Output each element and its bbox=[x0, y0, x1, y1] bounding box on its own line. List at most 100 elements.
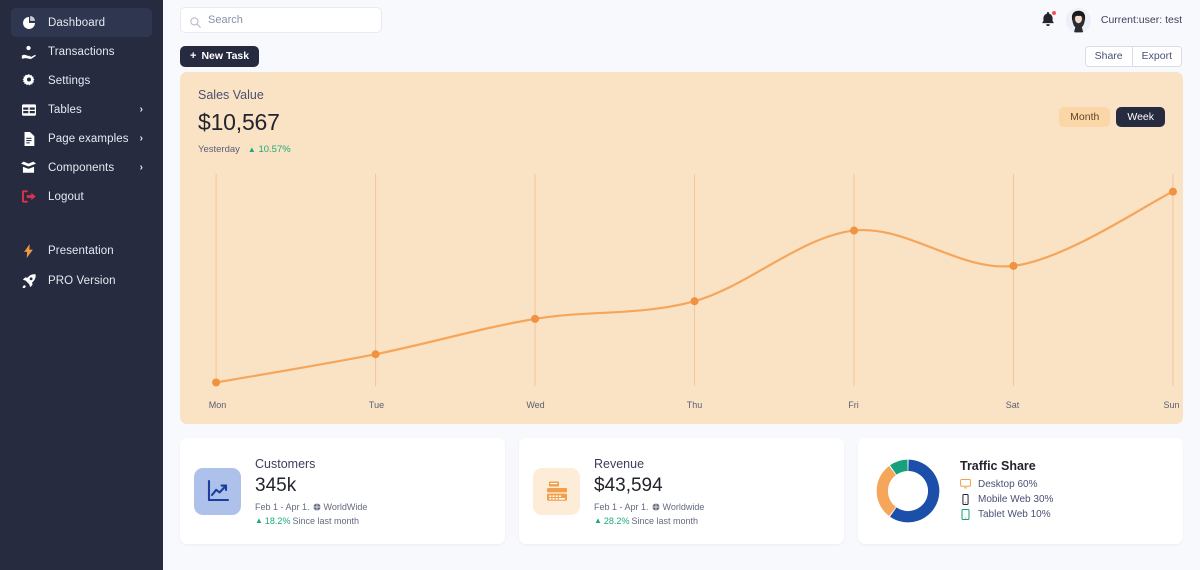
sidebar-item-label: Page examples bbox=[48, 133, 129, 145]
chart-line-icon bbox=[194, 468, 241, 515]
plus-icon: + bbox=[190, 51, 196, 62]
sidebar-item-dashboard[interactable]: Dashboard bbox=[11, 8, 152, 37]
revenue-card-body: Revenue $43,594 Feb 1 - Apr 1. Worldwide… bbox=[594, 457, 704, 526]
caret-up-icon: ▲ bbox=[248, 145, 256, 154]
main-content: Current:user: test + New Task Share Expo… bbox=[163, 0, 1200, 570]
share-export-group: Share Export bbox=[1085, 46, 1182, 67]
legend-item-tablet: Tablet Web 10% bbox=[960, 509, 1053, 520]
chevron-right-icon: › bbox=[140, 105, 143, 115]
new-task-label: New Task bbox=[201, 50, 249, 62]
sales-card-header: Sales Value $10,567 Yesterday ▲ 10.57% M… bbox=[180, 72, 1183, 160]
traffic-share-card[interactable]: Traffic Share Desktop 60% Mobile Web 30% bbox=[858, 438, 1183, 544]
revenue-delta-value: 28.2% bbox=[604, 516, 630, 526]
export-button[interactable]: Export bbox=[1132, 47, 1181, 66]
revenue-card[interactable]: Revenue $43,594 Feb 1 - Apr 1. Worldwide… bbox=[519, 438, 844, 544]
legend-label: Mobile Web 30% bbox=[978, 494, 1053, 505]
donut-segment-desktop bbox=[893, 465, 933, 516]
globe-icon bbox=[313, 503, 321, 511]
sidebar-item-label: PRO Version bbox=[48, 275, 116, 287]
caret-up-icon: ▲ bbox=[255, 517, 263, 525]
sales-line-chart: MonTueWedThuFriSatSun bbox=[180, 160, 1183, 424]
table-icon bbox=[20, 103, 37, 117]
revenue-title: Revenue bbox=[594, 457, 704, 471]
bell-icon[interactable] bbox=[1040, 11, 1056, 30]
legend-label: Desktop 60% bbox=[978, 479, 1037, 490]
pie-chart-icon bbox=[20, 16, 37, 30]
stats-row: Customers 345k Feb 1 - Apr 1. WorldWide … bbox=[163, 424, 1200, 544]
tablet-icon bbox=[960, 509, 971, 520]
revenue-delta: ▲ 28.2% Since last month bbox=[594, 516, 704, 526]
sidebar-item-label: Logout bbox=[48, 191, 84, 203]
box-open-icon bbox=[20, 161, 37, 175]
sidebar-item-presentation[interactable]: Presentation bbox=[11, 236, 152, 266]
customers-delta: ▲ 18.2% Since last month bbox=[255, 516, 367, 526]
search-input[interactable] bbox=[208, 14, 358, 26]
share-button[interactable]: Share bbox=[1086, 47, 1132, 66]
legend-label: Tablet Web 10% bbox=[978, 509, 1051, 520]
sales-value-card: Sales Value $10,567 Yesterday ▲ 10.57% M… bbox=[180, 72, 1183, 424]
sidebar-item-label: Tables bbox=[48, 104, 82, 116]
action-toolbar: + New Task Share Export bbox=[163, 40, 1200, 72]
sidebar-item-pro-version[interactable]: PRO Version bbox=[11, 266, 152, 296]
gear-icon bbox=[20, 74, 37, 88]
period-month-button[interactable]: Month bbox=[1059, 107, 1110, 127]
customers-card[interactable]: Customers 345k Feb 1 - Apr 1. WorldWide … bbox=[180, 438, 505, 544]
app-root: Dashboard Transactions Settings Tables › bbox=[0, 0, 1200, 570]
traffic-share-body: Traffic Share Desktop 60% Mobile Web 30% bbox=[960, 459, 1053, 524]
period-week-button[interactable]: Week bbox=[1116, 107, 1165, 127]
file-icon bbox=[20, 132, 37, 146]
traffic-share-title: Traffic Share bbox=[960, 459, 1053, 473]
rocket-icon bbox=[20, 274, 37, 288]
sales-period-label: Yesterday bbox=[198, 144, 240, 155]
customers-card-body: Customers 345k Feb 1 - Apr 1. WorldWide … bbox=[255, 457, 367, 526]
globe-icon bbox=[652, 503, 660, 511]
revenue-date-range: Feb 1 - Apr 1. bbox=[594, 502, 649, 512]
sidebar-divider-gap bbox=[0, 211, 163, 236]
customers-scope: WorldWide bbox=[324, 502, 368, 512]
top-bar: Current:user: test bbox=[163, 0, 1200, 40]
sidebar: Dashboard Transactions Settings Tables › bbox=[0, 0, 163, 570]
donut-segment-tablet-web bbox=[893, 465, 907, 470]
avatar[interactable] bbox=[1066, 8, 1091, 33]
sidebar-item-transactions[interactable]: Transactions bbox=[11, 37, 152, 66]
traffic-donut-chart bbox=[872, 455, 944, 527]
revenue-delta-suffix: Since last month bbox=[631, 516, 698, 526]
new-task-button[interactable]: + New Task bbox=[180, 46, 259, 67]
sales-card-title: Sales Value bbox=[198, 88, 1165, 102]
sign-out-icon bbox=[20, 190, 37, 204]
sidebar-item-settings[interactable]: Settings bbox=[11, 66, 152, 95]
caret-up-icon: ▲ bbox=[594, 517, 602, 525]
customers-meta: Feb 1 - Apr 1. WorldWide bbox=[255, 502, 367, 512]
cash-register-icon bbox=[533, 468, 580, 515]
sidebar-item-page-examples[interactable]: Page examples › bbox=[11, 124, 152, 153]
sales-chart-svg bbox=[180, 160, 1183, 424]
sidebar-item-label: Settings bbox=[48, 75, 90, 87]
customers-delta-value: 18.2% bbox=[265, 516, 291, 526]
sidebar-item-logout[interactable]: Logout bbox=[11, 182, 152, 211]
top-bar-right: Current:user: test bbox=[1040, 8, 1190, 33]
sidebar-item-tables[interactable]: Tables › bbox=[11, 95, 152, 124]
donut-segment-mobile-web bbox=[882, 470, 892, 511]
sidebar-item-label: Dashboard bbox=[48, 17, 105, 29]
customers-delta-suffix: Since last month bbox=[292, 516, 359, 526]
desktop-icon bbox=[960, 479, 971, 490]
customers-date-range: Feb 1 - Apr 1. bbox=[255, 502, 310, 512]
sales-card-subtitle: Yesterday ▲ 10.57% bbox=[198, 144, 1165, 155]
customers-title: Customers bbox=[255, 457, 367, 471]
revenue-meta: Feb 1 - Apr 1. Worldwide bbox=[594, 502, 704, 512]
legend-item-desktop: Desktop 60% bbox=[960, 479, 1053, 490]
search-icon bbox=[190, 15, 201, 26]
mobile-icon bbox=[960, 494, 971, 505]
hand-dollar-icon bbox=[20, 45, 37, 59]
sidebar-item-label: Components bbox=[48, 162, 114, 174]
chart-gridlines bbox=[216, 174, 1173, 386]
sales-card-value: $10,567 bbox=[198, 109, 1165, 136]
notification-dot bbox=[1051, 10, 1057, 16]
chevron-right-icon: › bbox=[140, 134, 143, 144]
sidebar-item-components[interactable]: Components › bbox=[11, 153, 152, 182]
legend-item-mobile: Mobile Web 30% bbox=[960, 494, 1053, 505]
current-user-label: Current:user: test bbox=[1101, 14, 1182, 26]
sidebar-item-label: Transactions bbox=[48, 46, 115, 58]
search-box[interactable] bbox=[180, 7, 382, 33]
sidebar-item-label: Presentation bbox=[48, 245, 114, 257]
